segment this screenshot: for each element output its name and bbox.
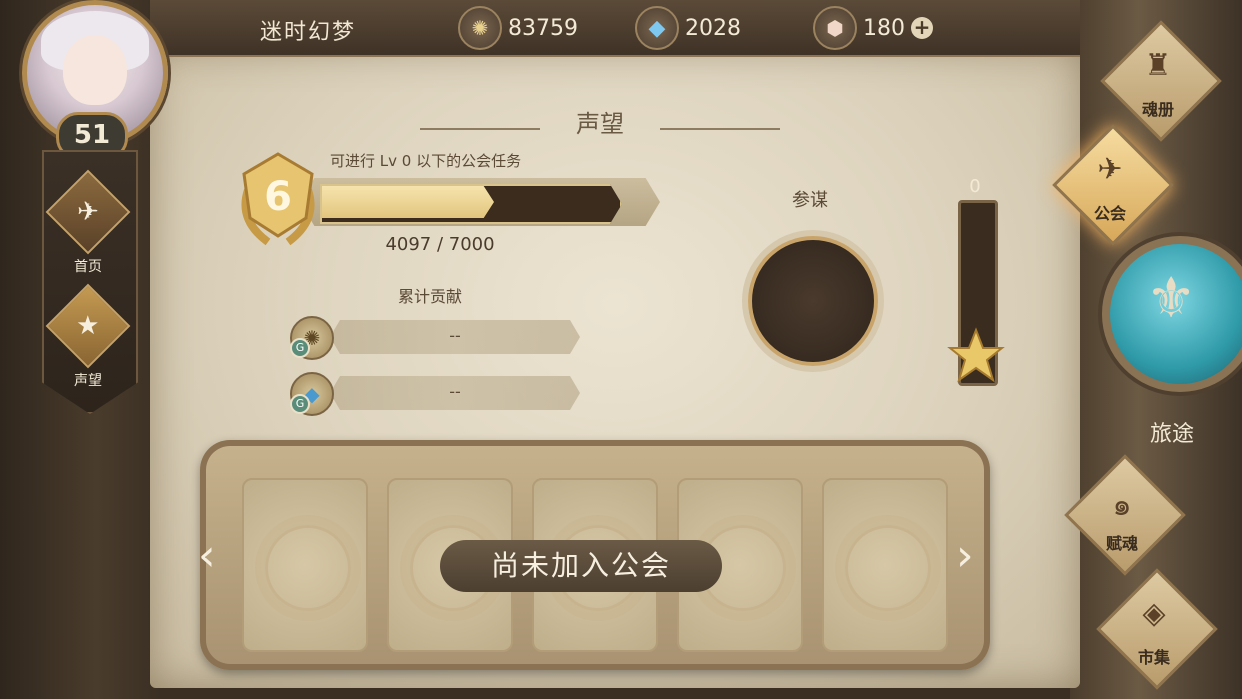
laurel-star-icon: ★ bbox=[45, 283, 131, 369]
guild-card-slot[interactable] bbox=[242, 478, 368, 652]
next-arrow-icon[interactable]: › bbox=[956, 530, 974, 581]
gold-currency[interactable]: ✺ 83759 bbox=[458, 6, 578, 50]
crystal-icon: ◈ bbox=[1142, 596, 1166, 631]
avatar-face bbox=[63, 35, 127, 105]
contribution-crystal-value: -- bbox=[449, 382, 461, 401]
nav-item-market[interactable]: ◈ 市集 bbox=[1094, 568, 1218, 690]
nav-item-soulbook-label: 魂册 bbox=[1141, 100, 1174, 119]
nav-item-soul-infuse-label: 赋魂 bbox=[1105, 534, 1138, 553]
guild-card-slot[interactable] bbox=[822, 478, 948, 652]
flame-swirl-icon: ๑ bbox=[1112, 488, 1132, 523]
contribution-gold-row: -- bbox=[330, 320, 580, 354]
reputation-title: 声望 bbox=[576, 110, 624, 138]
nav-item-journey-label: 旅途 bbox=[1149, 422, 1194, 447]
crystal-value: 2028 bbox=[685, 15, 741, 41]
helmet-icon: ♜ bbox=[1144, 48, 1172, 83]
guild-task-hint: 可进行 Lv 0 以下的公会任务 bbox=[330, 152, 522, 170]
sun-emblem-icon bbox=[845, 525, 931, 611]
rank-badge: 6 bbox=[241, 152, 315, 246]
gauge-value: 0 bbox=[969, 176, 981, 197]
contribution-badge-icon: G bbox=[290, 394, 310, 414]
contribution-title: 累计贡献 bbox=[397, 287, 462, 306]
prev-arrow-icon[interactable]: ‹ bbox=[198, 530, 216, 581]
gold-value: 83759 bbox=[508, 15, 578, 41]
sun-emblem-icon bbox=[265, 525, 351, 611]
trident-icon: ⚜ bbox=[1146, 266, 1197, 331]
top-bar: 迷时幻梦 ✺ 83759 ◆ 2028 ⬢ 180 + bbox=[150, 0, 1080, 57]
advisor-slot[interactable] bbox=[748, 236, 878, 366]
add-gem-button[interactable]: + bbox=[911, 17, 933, 39]
nav-item-reputation[interactable]: ★ 声望 bbox=[42, 283, 134, 390]
nav-item-soul-infuse[interactable]: ๑ 赋魂 bbox=[1062, 454, 1186, 576]
gauge-star-icon bbox=[947, 327, 1005, 383]
title-ornament-left bbox=[420, 128, 540, 130]
nav-item-guild-label: 公会 bbox=[1093, 204, 1126, 223]
nav-item-home[interactable]: ✈ 首页 bbox=[42, 169, 134, 276]
contribution-gold-value: -- bbox=[449, 326, 461, 345]
gem-currency[interactable]: ⬢ 180 + bbox=[813, 6, 933, 50]
gold-coin-icon: ✺ bbox=[458, 6, 502, 50]
crystal-currency[interactable]: ◆ 2028 bbox=[635, 6, 741, 50]
nav-item-guild[interactable]: ✈ 公会 bbox=[1050, 124, 1174, 246]
title-ornament-right bbox=[660, 128, 780, 130]
gem-value: 180 bbox=[863, 15, 905, 41]
nav-item-journey[interactable]: ⚜ 旅途 bbox=[1102, 236, 1242, 447]
nav-item-reputation-label: 声望 bbox=[74, 373, 102, 389]
home-emblem-icon: ✈ bbox=[45, 169, 131, 255]
player-name: 迷时幻梦 bbox=[260, 20, 357, 45]
guild-emblem-icon: ✈ bbox=[1097, 152, 1123, 187]
advisor-label: 参谋 bbox=[792, 190, 828, 211]
contribution-crystal-row: -- bbox=[330, 376, 580, 410]
rank-number: 6 bbox=[264, 174, 292, 220]
blue-crystal-icon: ◆ bbox=[635, 6, 679, 50]
gem-icon: ⬢ bbox=[813, 6, 857, 50]
nav-item-home-label: 首页 bbox=[74, 259, 102, 275]
progress-fill bbox=[322, 186, 494, 218]
nav-item-market-label: 市集 bbox=[1137, 648, 1170, 667]
contribution-badge-icon: G bbox=[290, 338, 310, 358]
nav-item-soulbook[interactable]: ♜ 魂册 bbox=[1098, 20, 1222, 142]
guild-status-label: 尚未加入公会 bbox=[440, 540, 722, 592]
progress-text: 4097 / 7000 bbox=[385, 234, 495, 255]
